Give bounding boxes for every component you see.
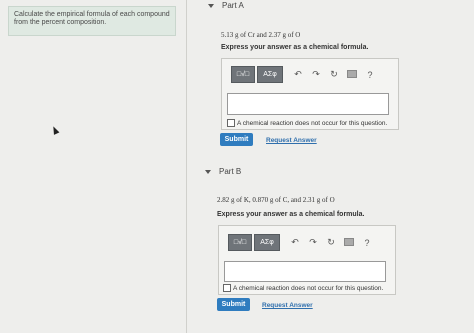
part-b-no-reaction-row: A chemical reaction does not occur for t…: [223, 284, 383, 292]
part-b-answer-input[interactable]: [224, 261, 386, 282]
part-b-prompt: Express your answer as a chemical formul…: [217, 211, 365, 218]
greek-symbols-button[interactable]: ΑΣφ: [257, 66, 283, 83]
part-b-request-answer-link[interactable]: Request Answer: [262, 302, 313, 309]
undo-icon[interactable]: ↶: [289, 69, 307, 80]
part-a-answer-input[interactable]: [227, 93, 389, 115]
part-a-no-reaction-label: A chemical reaction does not occur for t…: [237, 119, 388, 127]
part-b-no-reaction-checkbox[interactable]: [223, 284, 231, 292]
template-button[interactable]: □√□: [231, 66, 255, 83]
collapse-caret-icon[interactable]: [208, 3, 214, 8]
panel-divider: [186, 0, 187, 333]
part-b-answer-area: □√□ ΑΣφ ↶ ↷ ↻ ? A chemical reaction does…: [218, 225, 396, 295]
template-button[interactable]: □√□: [228, 234, 252, 251]
part-a-submit-button[interactable]: Submit: [220, 133, 253, 146]
part-b-submit-button[interactable]: Submit: [217, 298, 250, 311]
part-a-label: Part A: [222, 1, 244, 10]
keyboard-icon[interactable]: [340, 237, 358, 248]
undo-icon[interactable]: ↶: [286, 237, 304, 248]
redo-icon[interactable]: ↷: [304, 237, 322, 248]
reset-icon[interactable]: ↻: [322, 237, 340, 248]
help-icon[interactable]: ?: [361, 70, 379, 80]
part-a-header[interactable]: Part A: [208, 1, 244, 10]
greek-symbols-button[interactable]: ΑΣφ: [254, 234, 280, 251]
instructions-text: Calculate the empirical formula of each …: [14, 11, 170, 26]
part-b-label: Part B: [219, 167, 242, 176]
reset-icon[interactable]: ↻: [325, 69, 343, 80]
part-a-question: 5.13 g of Cr and 2.37 g of O: [221, 31, 301, 39]
part-a-no-reaction-checkbox[interactable]: [227, 119, 235, 127]
instructions-panel: Calculate the empirical formula of each …: [8, 6, 176, 36]
part-a-request-answer-link[interactable]: Request Answer: [266, 137, 317, 144]
part-b-toolbar: □√□ ΑΣφ ↶ ↷ ↻ ?: [228, 234, 376, 251]
part-a-toolbar: □√□ ΑΣφ ↶ ↷ ↻ ?: [231, 66, 379, 83]
mouse-cursor-icon: [50, 125, 60, 135]
redo-icon[interactable]: ↷: [307, 69, 325, 80]
part-b-no-reaction-label: A chemical reaction does not occur for t…: [233, 284, 384, 292]
collapse-caret-icon[interactable]: [205, 169, 211, 174]
part-a-prompt: Express your answer as a chemical formul…: [221, 44, 369, 51]
keyboard-icon[interactable]: [343, 69, 361, 80]
part-a-answer-area: □√□ ΑΣφ ↶ ↷ ↻ ? A chemical reaction does…: [221, 58, 399, 130]
help-icon[interactable]: ?: [358, 238, 376, 248]
part-b-question: 2.82 g of K, 0.870 g of C, and 2.31 g of…: [217, 196, 335, 204]
part-a-no-reaction-row: A chemical reaction does not occur for t…: [227, 119, 387, 127]
part-b-header[interactable]: Part B: [205, 167, 241, 176]
